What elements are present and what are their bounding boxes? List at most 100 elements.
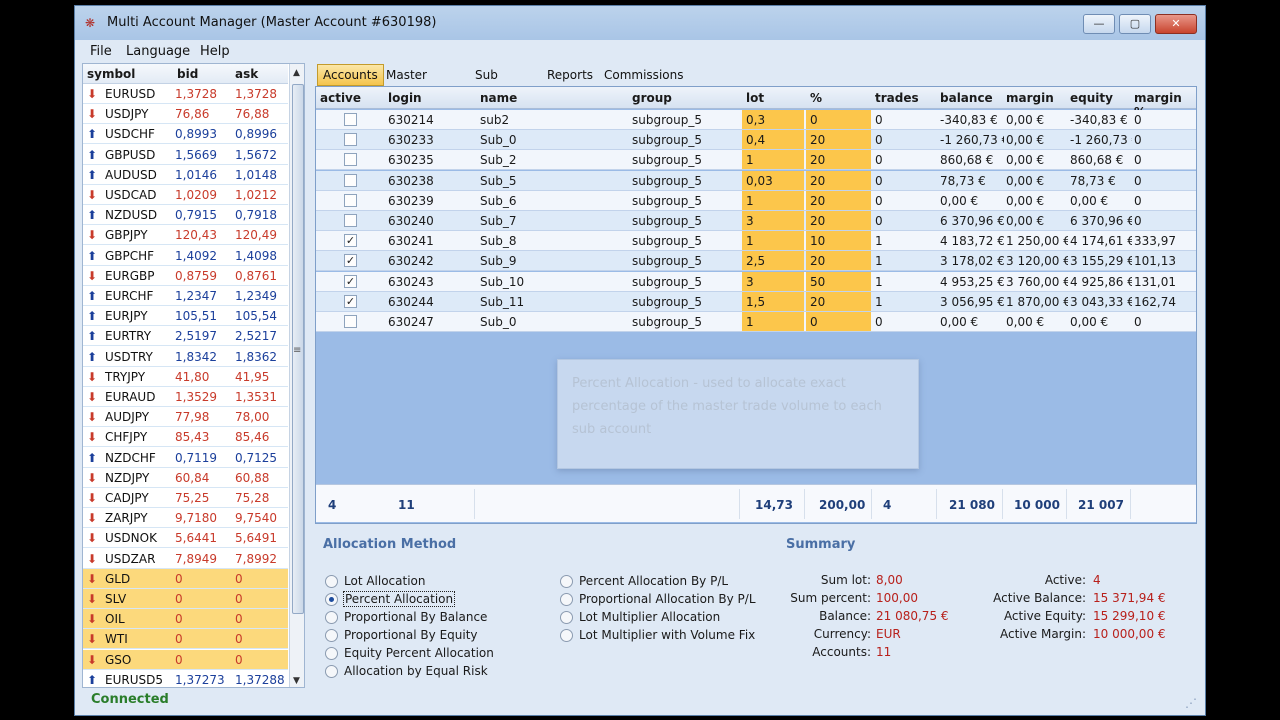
symbol-row[interactable]: ⬆ EURJPY 105,51 105,54 bbox=[83, 306, 288, 327]
symbols-scrollbar[interactable]: ▲ ▼ bbox=[289, 64, 304, 687]
scroll-down-icon[interactable]: ▼ bbox=[293, 676, 300, 686]
allocation-option[interactable]: Proportional By Balance bbox=[325, 609, 525, 627]
col-name[interactable]: name bbox=[480, 91, 517, 105]
radio-button[interactable] bbox=[325, 629, 338, 642]
symbol-row[interactable]: ⬇ NZDJPY 60,84 60,88 bbox=[83, 468, 288, 488]
col-percent[interactable]: % bbox=[810, 91, 822, 105]
symbol-row[interactable]: ⬇ CHFJPY 85,43 85,46 bbox=[83, 427, 288, 448]
symbol-row[interactable]: ⬇ USDNOK 5,6441 5,6491 bbox=[83, 528, 288, 549]
account-row[interactable]: ✓ 630242 Sub_9 subgroup_5 2,5 20 1 3 178,02 €3 … bbox=[316, 251, 1196, 272]
col-group[interactable]: group bbox=[632, 91, 672, 105]
radio-button[interactable] bbox=[325, 647, 338, 660]
col-login[interactable]: login bbox=[388, 91, 422, 105]
col-active[interactable]: active bbox=[320, 91, 361, 105]
symbol-row[interactable]: ⬆ EURTRY 2,5197 2,5217 bbox=[83, 326, 288, 347]
active-checkbox[interactable]: ✓ bbox=[344, 294, 357, 308]
symbol-row[interactable]: ⬇ OIL 0 0 bbox=[83, 609, 288, 630]
symbol-row[interactable]: ⬇ TRYJPY 41,80 41,95 bbox=[83, 367, 288, 387]
active-checkbox[interactable]: ✓ bbox=[344, 234, 357, 248]
symbol-row[interactable]: ⬇ USDCAD 1,0209 1,0212 bbox=[83, 185, 288, 205]
symbol-row[interactable]: ⬇ CADJPY 75,25 75,28 bbox=[83, 488, 288, 508]
tab-commissions[interactable]: Commissions bbox=[598, 64, 689, 86]
account-row[interactable]: 630214 sub2 subgroup_5 0,3 0 0 -340,83 € 0,00 €… bbox=[316, 110, 1196, 130]
resize-grip-icon[interactable]: ⋰ bbox=[1185, 696, 1197, 710]
active-checkbox[interactable] bbox=[344, 315, 357, 328]
scroll-up-icon[interactable]: ▲ bbox=[293, 68, 300, 78]
account-row[interactable]: 630233 Sub_0 subgroup_5 0,4 20 0 -1 260,73 €0,… bbox=[316, 130, 1196, 151]
radio-button[interactable] bbox=[560, 611, 573, 624]
active-checkbox[interactable]: ✓ bbox=[344, 274, 357, 288]
account-row[interactable]: 630238 Sub_5 subgroup_5 0,03 20 0 78,73 € 0,00 … bbox=[316, 170, 1196, 191]
col-balance[interactable]: balance bbox=[940, 91, 993, 105]
symbol-row[interactable]: ⬆ NZDCHF 0,7119 0,7125 bbox=[83, 448, 288, 468]
splitter-grip-icon[interactable]: ≡ bbox=[293, 345, 301, 356]
tab-sub-orders[interactable]: Sub Orders bbox=[469, 64, 521, 102]
account-row[interactable]: 630247 Sub_0 subgroup_5 1 0 0 0,00 € 0,00 € 0,00… bbox=[316, 312, 1196, 332]
allocation-option[interactable]: Allocation by Equal Risk bbox=[325, 663, 525, 681]
title-bar[interactable]: ❋ Multi Account Manager (Master Account … bbox=[75, 6, 1205, 40]
maximize-button[interactable]: ▢ bbox=[1119, 14, 1151, 34]
allocation-option[interactable]: Percent Allocation bbox=[325, 591, 525, 609]
menu-help[interactable]: Help bbox=[200, 44, 230, 59]
symbol-row[interactable]: ⬆ EURCHF 1,2347 1,2349 bbox=[83, 286, 288, 306]
col-equity[interactable]: equity bbox=[1070, 91, 1113, 105]
symbol-row[interactable]: ⬆ USDTRY 1,8342 1,8362 bbox=[83, 347, 288, 367]
symbol-row[interactable]: ⬆ AUDUSD 1,0146 1,0148 bbox=[83, 165, 288, 185]
active-checkbox[interactable] bbox=[344, 193, 357, 207]
active-checkbox[interactable] bbox=[344, 153, 357, 167]
close-button[interactable]: ✕ bbox=[1155, 14, 1197, 34]
active-checkbox[interactable] bbox=[344, 133, 357, 147]
allocation-option[interactable]: Equity Percent Allocation bbox=[325, 645, 525, 663]
symbol-row[interactable]: ⬆ GBPCHF 1,4092 1,4098 bbox=[83, 246, 288, 266]
radio-button[interactable] bbox=[325, 575, 338, 588]
radio-button[interactable] bbox=[560, 629, 573, 642]
symbol-row[interactable]: ⬆ NZDUSD 0,7915 0,7918 bbox=[83, 205, 288, 226]
symbol-row[interactable]: ⬆ EURUSD5 1,37273 1,37288 bbox=[83, 670, 288, 687]
allocation-option[interactable]: Proportional By Equity bbox=[325, 627, 525, 645]
symbol-row[interactable]: ⬇ GSO 0 0 bbox=[83, 649, 288, 670]
radio-button[interactable] bbox=[560, 593, 573, 606]
account-row[interactable]: 630239 Sub_6 subgroup_5 1 20 0 0,00 € 0,00 € 0,0… bbox=[316, 190, 1196, 211]
tab-accounts[interactable]: Accounts bbox=[317, 64, 384, 86]
symbols-header-bid[interactable]: bid bbox=[177, 67, 198, 81]
account-row[interactable]: 630235 Sub_2 subgroup_5 1 20 0 860,68 € 0,00 € 8… bbox=[316, 150, 1196, 171]
col-margin[interactable]: margin bbox=[1006, 91, 1054, 105]
symbol-row[interactable]: ⬇ EURGBP 0,8759 0,8761 bbox=[83, 266, 288, 286]
active-checkbox[interactable] bbox=[344, 113, 357, 126]
radio-button[interactable] bbox=[325, 593, 338, 606]
radio-button[interactable] bbox=[325, 611, 338, 624]
symbol-row[interactable]: ⬇ WTI 0 0 bbox=[83, 629, 288, 650]
symbol-row[interactable]: ⬇ GLD 0 0 bbox=[83, 568, 288, 589]
allocation-option[interactable]: Lot Multiplier with Volume Fix bbox=[560, 627, 760, 645]
menu-file[interactable]: File bbox=[90, 44, 112, 59]
symbol-row[interactable]: ⬇ ZARJPY 9,7180 9,7540 bbox=[83, 508, 288, 529]
symbol-row[interactable]: ⬇ USDJPY 76,86 76,88 bbox=[83, 104, 288, 125]
symbol-row[interactable]: ⬇ USDZAR 7,8949 7,8992 bbox=[83, 549, 288, 569]
symbol-row[interactable]: ⬆ GBPUSD 1,5669 1,5672 bbox=[83, 145, 288, 165]
minimize-button[interactable]: — bbox=[1083, 14, 1115, 34]
active-checkbox[interactable] bbox=[344, 173, 357, 187]
allocation-option[interactable]: Proportional Allocation By P/L bbox=[560, 591, 760, 609]
symbol-row[interactable]: ⬇ EURUSD 1,3728 1,3728 bbox=[83, 84, 288, 104]
active-checkbox[interactable] bbox=[344, 214, 357, 227]
symbol-row[interactable]: ⬆ USDCHF 0,8993 0,8996 bbox=[83, 124, 288, 145]
tab-reports[interactable]: Reports bbox=[541, 64, 599, 86]
account-row[interactable]: ✓ 630244 Sub_11 subgroup_5 1,5 20 1 3 056,95 €1… bbox=[316, 291, 1196, 312]
allocation-option[interactable]: Percent Allocation By P/L bbox=[560, 573, 760, 591]
radio-button[interactable] bbox=[560, 575, 573, 588]
symbols-header-symbol[interactable]: symbol bbox=[87, 67, 135, 81]
symbol-row[interactable]: ⬇ GBPJPY 120,43 120,49 bbox=[83, 225, 288, 246]
symbol-row[interactable]: ⬇ SLV 0 0 bbox=[83, 589, 288, 609]
symbol-row[interactable]: ⬇ AUDJPY 77,98 78,00 bbox=[83, 407, 288, 428]
menu-language[interactable]: Language bbox=[126, 44, 190, 59]
col-lot[interactable]: lot bbox=[746, 91, 764, 105]
account-row[interactable]: 630240 Sub_7 subgroup_5 3 20 0 6 370,96 €0,00 … bbox=[316, 211, 1196, 231]
allocation-option[interactable]: Lot Multiplier Allocation bbox=[560, 609, 760, 627]
account-row[interactable]: ✓ 630243 Sub_10 subgroup_5 3 50 1 4 953,25 €3 7… bbox=[316, 271, 1196, 292]
active-checkbox[interactable]: ✓ bbox=[344, 254, 357, 268]
allocation-option[interactable]: Lot Allocation bbox=[325, 573, 525, 591]
radio-button[interactable] bbox=[325, 665, 338, 678]
tab-master-orders[interactable]: Master Orders bbox=[380, 64, 433, 102]
symbol-row[interactable]: ⬇ EURAUD 1,3529 1,3531 bbox=[83, 387, 288, 407]
symbols-header-ask[interactable]: ask bbox=[235, 67, 258, 81]
